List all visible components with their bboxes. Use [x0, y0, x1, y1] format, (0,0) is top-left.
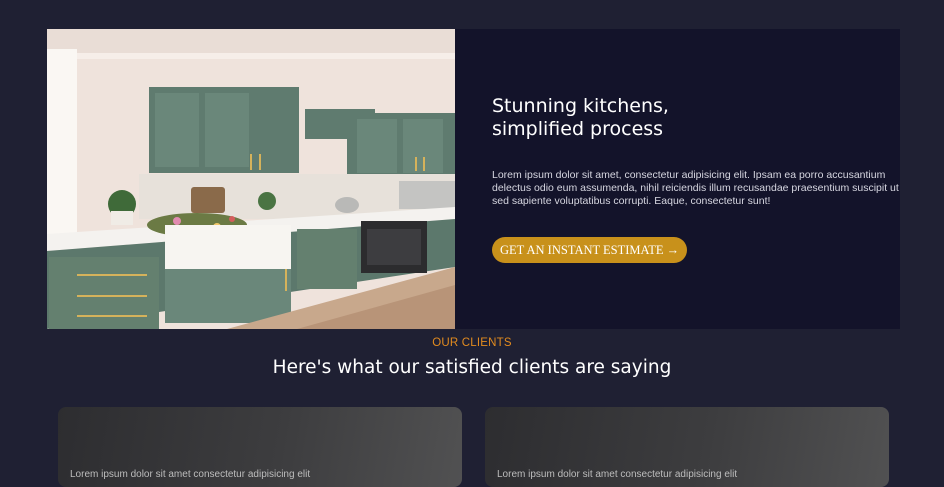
hero-text-panel: Stunning kitchens, simplified process Lo…: [455, 29, 900, 329]
testimonial-text: Lorem ipsum dolor sit amet consectetur a…: [70, 469, 311, 480]
hero-kitchen-image: [47, 29, 455, 329]
testimonial-card: Lorem ipsum dolor sit amet consectetur a…: [58, 407, 462, 487]
hero-description: Lorem ipsum dolor sit amet, consectetur …: [492, 169, 899, 207]
section-title: Here's what our satisfied clients are sa…: [272, 357, 672, 378]
hero-section: Stunning kitchens, simplified process Lo…: [47, 29, 900, 329]
hero-title: Stunning kitchens, simplified process: [492, 95, 669, 140]
instant-estimate-button[interactable]: GET AN INSTANT ESTIMATE →: [492, 237, 688, 263]
section-eyebrow: OUR CLIENTS: [432, 337, 512, 349]
kitchen-illustration: [47, 29, 455, 329]
testimonial-text: Lorem ipsum dolor sit amet consectetur a…: [497, 469, 738, 480]
testimonial-card: Lorem ipsum dolor sit amet consectetur a…: [485, 407, 889, 487]
